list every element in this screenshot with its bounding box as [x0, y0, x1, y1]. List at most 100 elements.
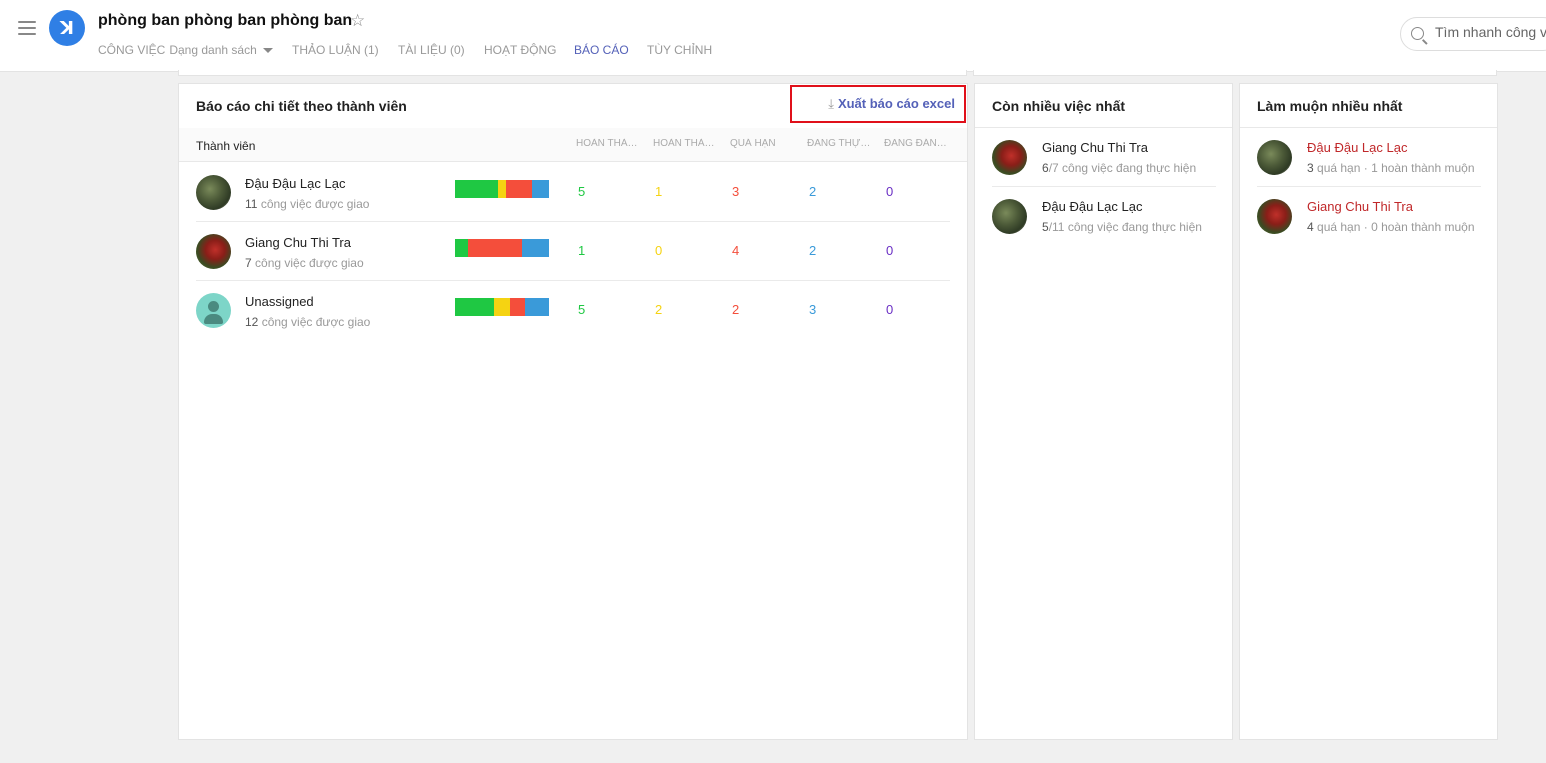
bar-segment-overdue — [468, 239, 523, 257]
value-overdue: 2 — [732, 302, 740, 317]
assigned-text: công việc được giao — [255, 256, 364, 270]
member-name: Giang Chu Thi Tra — [245, 235, 351, 250]
member-name: Đậu Đậu Lạc Lạc — [1042, 199, 1143, 214]
avatar — [196, 234, 231, 269]
status-bar — [455, 298, 549, 316]
value-overdue: 3 — [732, 184, 740, 199]
column-header-done: HOÀN THÀNH — [576, 138, 640, 149]
table-row[interactable]: Giang Chu Thi Tra 7 công việc được giao … — [196, 222, 950, 281]
bar-segment-overdue — [506, 180, 532, 198]
list-item[interactable]: Giang Chu Thi Tra 6/7 công việc đang thự… — [992, 128, 1216, 187]
stat-text: quá hạn · 0 hoàn thành muộn — [1317, 220, 1475, 234]
tab-tuy-chinh[interactable]: TÙY CHỈNH — [647, 43, 712, 72]
bar-segment-doing — [531, 180, 549, 198]
member-stat: 5/11 công việc đang thực hiện — [1042, 220, 1202, 234]
value-overdue: 4 — [732, 243, 740, 258]
value-late: 0 — [655, 243, 663, 258]
panel-stub — [178, 70, 967, 76]
panel-title: Còn nhiều việc nhất — [992, 98, 1126, 114]
member-assigned: 11 công việc được giao — [245, 197, 369, 211]
star-icon[interactable]: ☆ — [350, 11, 365, 31]
search-icon — [1411, 27, 1424, 40]
avatar — [196, 293, 231, 328]
value-review: 0 — [886, 184, 894, 199]
avatar — [992, 140, 1027, 175]
table-header: Thành viên HOÀN THÀNH HOÀN THÀNH MUỘN QU… — [179, 128, 967, 162]
table-row[interactable]: Đậu Đậu Lạc Lạc 11 công việc được giao 5… — [196, 163, 950, 222]
project-logo: ꓘ — [49, 10, 85, 46]
value-done: 5 — [578, 302, 586, 317]
assigned-count: 12 — [245, 315, 259, 329]
tab-hoat-dong[interactable]: HOẠT ĐỘNG — [484, 43, 556, 72]
download-icon: ⤓ — [828, 96, 834, 111]
avatar — [992, 199, 1027, 234]
avatar — [1257, 140, 1292, 175]
status-bar — [455, 239, 549, 257]
avatar — [1257, 199, 1292, 234]
view-mode-select[interactable]: Dạng danh sách — [169, 43, 256, 57]
export-label: Xuất báo cáo excel — [837, 96, 955, 111]
stat-count: 6 — [1042, 161, 1049, 175]
stat-text: quá hạn · 1 hoàn thành muộn — [1317, 161, 1475, 175]
tab-cong-viec[interactable]: CÔNG VIỆC Dạng danh sách — [98, 43, 273, 72]
bar-segment-doing — [525, 298, 549, 316]
chevron-down-icon[interactable] — [262, 48, 273, 54]
list-item[interactable]: Giang Chu Thi Tra 4 quá hạn · 0 hoàn thà… — [1257, 187, 1481, 246]
tab-label: CÔNG VIỆC — [98, 43, 166, 57]
value-done: 5 — [578, 184, 586, 199]
column-header-doing: ĐANG THỰC HIỆN — [807, 138, 871, 149]
export-excel-button[interactable]: ⤓ Xuất báo cáo excel — [790, 85, 966, 123]
bar-segment-late — [497, 180, 507, 198]
tab-bao-cao[interactable]: BÁO CÁO — [574, 43, 629, 72]
value-doing: 3 — [809, 302, 817, 317]
most-work-panel: Còn nhiều việc nhất Giang Chu Thi Tra 6/… — [974, 83, 1233, 740]
tab-thao-luan[interactable]: THẢO LUẬN (1) — [292, 43, 379, 72]
column-header-late: HOÀN THÀNH MUỘN — [653, 138, 717, 149]
avatar — [196, 175, 231, 210]
value-doing: 2 — [809, 243, 817, 258]
panel-title: Làm muộn nhiều nhất — [1257, 98, 1403, 114]
member-name: Đậu Đậu Lạc Lạc — [245, 176, 346, 191]
bar-segment-done — [455, 298, 495, 316]
column-header-overdue: QUÁ HẠN — [730, 138, 776, 149]
value-review: 0 — [886, 243, 894, 258]
status-bar — [455, 180, 549, 198]
assigned-count: 7 — [245, 256, 252, 270]
table-row[interactable]: Unassigned 12 công việc được giao 5 2 2 … — [196, 281, 950, 340]
member-name: Unassigned — [245, 294, 314, 309]
stat-count: 4 — [1307, 220, 1314, 234]
column-header-member: Thành viên — [196, 139, 256, 153]
search-input[interactable] — [1435, 24, 1546, 40]
value-late: 1 — [655, 184, 663, 199]
list-item[interactable]: Đậu Đậu Lạc Lạc 3 quá hạn · 1 hoàn thành… — [1257, 128, 1481, 187]
bar-segment-done — [455, 180, 498, 198]
menu-icon[interactable] — [18, 21, 36, 35]
stat-text: /11 công việc đang thực hiện — [1048, 220, 1202, 234]
value-review: 0 — [886, 302, 894, 317]
stat-count: 3 — [1307, 161, 1314, 175]
list-item[interactable]: Đậu Đậu Lạc Lạc 5/11 công việc đang thực… — [992, 187, 1216, 246]
most-late-panel: Làm muộn nhiều nhất Đậu Đậu Lạc Lạc 3 qu… — [1239, 83, 1498, 740]
member-stat: 6/7 công việc đang thực hiện — [1042, 161, 1196, 175]
tab-tai-lieu[interactable]: TÀI LIỆU (0) — [398, 43, 465, 72]
panel-stub — [973, 70, 1497, 76]
bar-segment-done — [455, 239, 469, 257]
value-doing: 2 — [809, 184, 817, 199]
top-header: ꓘ phòng ban phòng ban phòng ban ☆ CÔNG V… — [0, 0, 1546, 72]
assigned-text: công việc được giao — [260, 197, 370, 211]
member-assigned: 7 công việc được giao — [245, 256, 364, 270]
member-assigned: 12 công việc được giao — [245, 315, 370, 329]
panel-title: Báo cáo chi tiết theo thành viên — [196, 98, 407, 114]
member-report-panel: Báo cáo chi tiết theo thành viên ⤓ Xuất b… — [178, 83, 968, 740]
bar-segment-late — [494, 298, 510, 316]
assigned-count: 11 — [245, 197, 258, 211]
bar-segment-overdue — [509, 298, 526, 316]
assigned-text: công việc được giao — [261, 315, 371, 329]
member-name: Giang Chu Thi Tra — [1042, 140, 1148, 155]
bar-segment-doing — [522, 239, 549, 257]
stat-text: /7 công việc đang thực hiện — [1048, 161, 1197, 175]
member-name: Giang Chu Thi Tra — [1307, 199, 1413, 214]
value-late: 2 — [655, 302, 663, 317]
member-stat: 3 quá hạn · 1 hoàn thành muộn — [1307, 161, 1475, 175]
member-name: Đậu Đậu Lạc Lạc — [1307, 140, 1408, 155]
